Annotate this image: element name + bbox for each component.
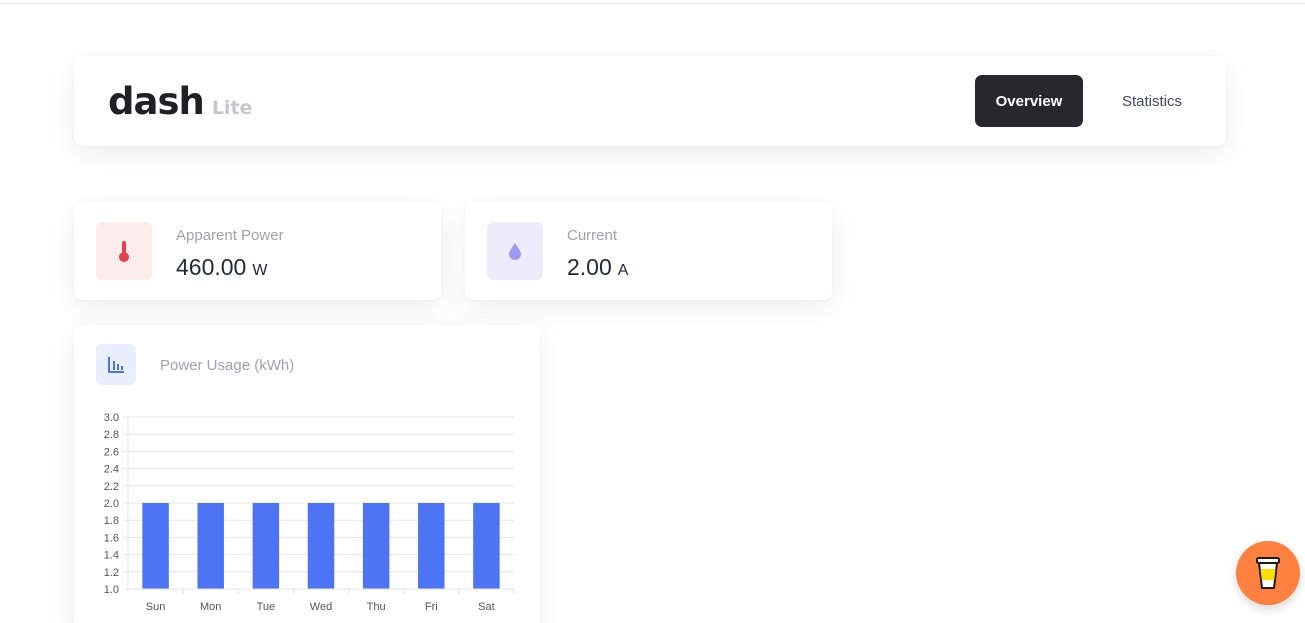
x-tick-label: Wed [310, 601, 332, 613]
y-tick-label: 2.6 [104, 446, 119, 458]
bar-sun [142, 503, 169, 589]
brand-name: dash [108, 80, 205, 123]
apparent-power-number: 460.00 [176, 254, 247, 280]
y-tick-label: 2.2 [104, 481, 119, 493]
water-drop-icon [487, 222, 543, 280]
brand-logo[interactable]: dash Lite [108, 80, 252, 123]
power-usage-chart: 1.0 1.2 1.4 1.6 1.8 2.0 2.2 2.4 2.6 2.8 3.0 Sun Mon T… [104, 412, 515, 613]
apparent-power-card: Apparent Power 460.00 W [74, 202, 441, 300]
y-tick-label: 1.4 [104, 550, 119, 562]
current-label: Current [567, 227, 618, 244]
x-tick-label: Tue [257, 601, 276, 613]
y-tick-label: 3.0 [104, 412, 119, 424]
nav-overview-button[interactable]: Overview [975, 75, 1083, 127]
current-value: 2.00 A [567, 254, 628, 281]
apparent-power-value: 460.00 W [176, 254, 267, 281]
y-tick-label: 1.0 [104, 584, 119, 596]
bar-sat [473, 503, 500, 589]
bar-fri [418, 503, 445, 589]
top-divider [0, 3, 1305, 4]
bar-tue [252, 503, 280, 589]
x-tick-label: Sat [478, 601, 495, 613]
y-tick-label: 1.2 [104, 567, 119, 579]
apparent-power-label: Apparent Power [176, 227, 284, 244]
y-tick-label: 2.4 [104, 464, 119, 476]
current-card: Current 2.00 A [465, 202, 832, 300]
current-number: 2.00 [567, 254, 612, 280]
x-tick-label: Fri [425, 601, 438, 613]
bar-mon [197, 503, 224, 589]
bar-thu [362, 503, 390, 589]
nav-statistics-button[interactable]: Statistics [1096, 75, 1208, 127]
brand-suffix: Lite [211, 97, 253, 119]
x-tick-label: Sun [146, 601, 166, 613]
coffee-button[interactable] [1236, 541, 1300, 605]
x-tick-label: Mon [200, 601, 221, 613]
y-tick-label: 2.0 [104, 498, 119, 510]
x-tick-label: Thu [367, 601, 386, 613]
bar-wed [307, 503, 335, 589]
thermometer-icon [96, 222, 152, 280]
coffee-cup-icon [1256, 557, 1280, 589]
top-navbar: dash Lite Overview Statistics [74, 56, 1226, 146]
y-tick-label: 2.8 [104, 429, 119, 441]
current-unit: A [617, 262, 629, 279]
apparent-power-unit: W [252, 262, 268, 279]
power-usage-card: Power Usage (kWh) 1.0 1.2 1.4 1.6 1.8 2.0 2.2 2… [74, 325, 540, 623]
y-tick-label: 1.8 [104, 515, 119, 527]
y-tick-label: 1.6 [104, 532, 119, 544]
